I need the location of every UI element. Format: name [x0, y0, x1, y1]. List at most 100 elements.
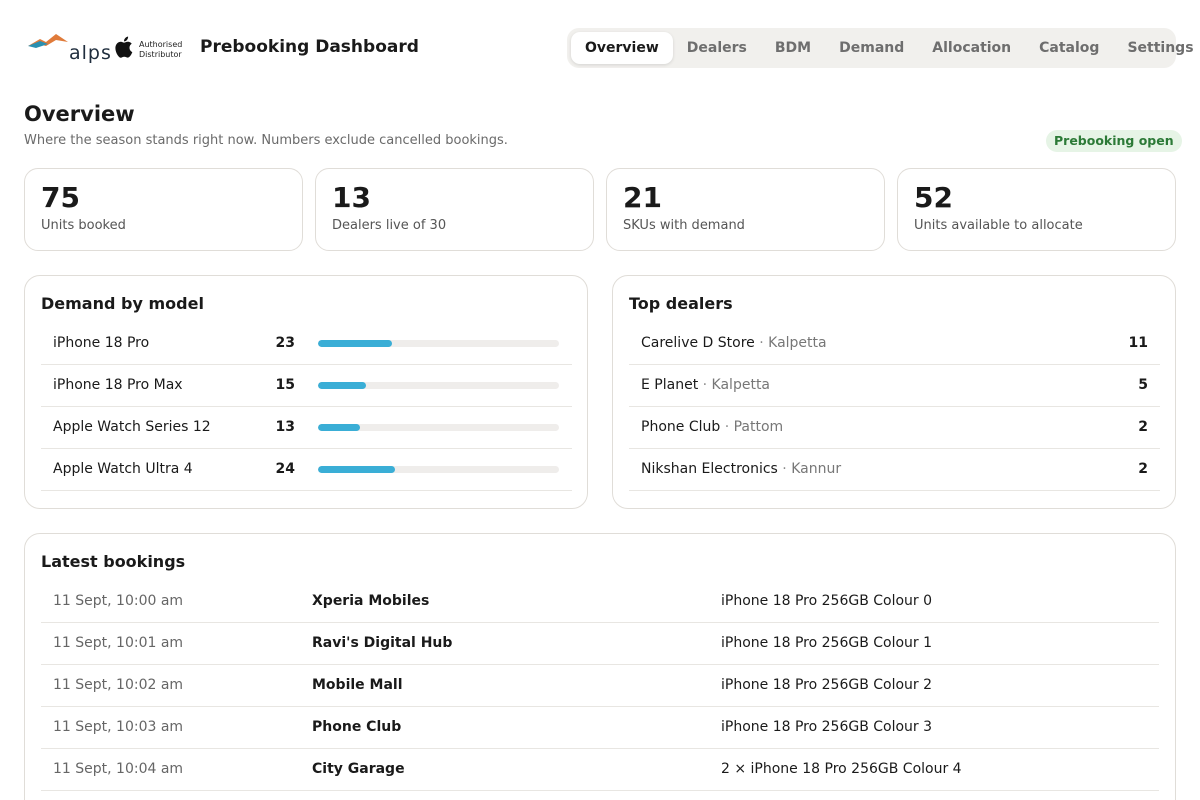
booking-row[interactable]: 11 Sept, 10:04 am City Garage 2 × iPhone… [41, 749, 1159, 791]
status-badge: Prebooking open [1046, 130, 1182, 152]
stat-card-units-booked: 75 Units booked [24, 168, 303, 251]
demand-bar-fill [318, 382, 367, 389]
latest-bookings-panel: Latest bookings 11 Sept, 10:00 am Xperia… [24, 533, 1176, 800]
model-row[interactable]: iPhone 18 Pro Max 15 [41, 365, 572, 407]
dealer-name: E Planet [641, 377, 699, 393]
dealer-separator: · [724, 419, 730, 435]
stat-value: 13 [332, 181, 371, 214]
booking-row[interactable]: 11 Sept, 10:01 am Ravi's Digital Hub iPh… [41, 623, 1159, 665]
stat-label: Dealers live of 30 [332, 218, 447, 233]
demand-bar-track [318, 424, 559, 431]
booking-row[interactable]: 11 Sept, 10:02 am Mobile Mall iPhone 18 … [41, 665, 1159, 707]
badge-line-1: Authorised [139, 40, 183, 49]
demand-bar-track [318, 340, 559, 347]
model-name: iPhone 18 Pro [53, 335, 150, 351]
tab-demand[interactable]: Demand [825, 32, 918, 64]
dealer-info: Phone Club · Pattom [641, 419, 783, 435]
model-count: 13 [275, 419, 295, 435]
stat-label: Units booked [41, 218, 126, 233]
model-name: iPhone 18 Pro Max [53, 377, 183, 393]
tab-bdm[interactable]: BDM [761, 32, 825, 64]
dealer-name: Phone Club [641, 419, 721, 435]
badge-line-2: Distributor [139, 50, 182, 59]
stat-card-dealers-live: 13 Dealers live of 30 [315, 168, 594, 251]
booking-item: iPhone 18 Pro 256GB Colour 1 [721, 635, 933, 651]
dealer-row[interactable]: Carelive D Store · Kalpetta 11 [629, 323, 1160, 365]
dealer-count: 11 [1128, 335, 1148, 351]
demand-bar-track [318, 382, 559, 389]
booking-time: 11 Sept, 10:02 am [53, 677, 184, 693]
booking-item: iPhone 18 Pro 256GB Colour 2 [721, 677, 933, 693]
booking-dealer: Phone Club [312, 719, 402, 735]
booking-dealer: Ravi's Digital Hub [312, 635, 453, 651]
demand-bar-track [318, 466, 559, 473]
stat-label: SKUs with demand [623, 218, 745, 233]
model-row[interactable]: Apple Watch Series 12 13 [41, 407, 572, 449]
booking-dealer: Xperia Mobiles [312, 593, 430, 609]
page-subtitle: Where the season stands right now. Numbe… [24, 133, 508, 148]
alps-logo[interactable]: alps [26, 30, 111, 64]
booking-dealer: Mobile Mall [312, 677, 403, 693]
dealer-city: Kalpetta [711, 377, 771, 393]
main-nav: Overview Dealers BDM Demand Allocation C… [567, 28, 1194, 68]
tab-settings[interactable]: Settings [1113, 32, 1200, 64]
dealer-city: Kalpetta [768, 335, 827, 351]
stat-card-skus-demand: 21 SKUs with demand [606, 168, 885, 251]
dealer-info: Nikshan Electronics · Kannur [641, 461, 841, 477]
booking-time: 11 Sept, 10:04 am [53, 761, 184, 777]
dealer-row[interactable]: E Planet · Kalpetta 5 [629, 365, 1160, 407]
booking-item: 2 × iPhone 18 Pro 256GB Colour 4 [721, 761, 962, 777]
model-count: 15 [275, 377, 295, 393]
booking-time: 11 Sept, 10:01 am [53, 635, 184, 651]
dealer-row[interactable]: Phone Club · Pattom 2 [629, 407, 1160, 449]
panel-title: Top dealers [629, 294, 733, 313]
dealer-separator: · [759, 335, 764, 351]
model-count: 23 [275, 335, 295, 351]
booking-item: iPhone 18 Pro 256GB Colour 3 [721, 719, 933, 735]
stat-value: 52 [914, 181, 953, 214]
panel-title: Demand by model [41, 294, 204, 313]
dealer-city: Pattom [733, 419, 784, 435]
app-title: Prebooking Dashboard [200, 37, 419, 57]
tab-catalog[interactable]: Catalog [1025, 32, 1113, 64]
dealer-count: 5 [1138, 377, 1148, 393]
tab-dealers[interactable]: Dealers [673, 32, 761, 64]
model-name: Apple Watch Ultra 4 [53, 461, 193, 477]
panel-title: Latest bookings [41, 552, 186, 571]
demand-bar-fill [318, 424, 360, 431]
demand-bar-fill [318, 340, 392, 347]
booking-item: iPhone 18 Pro 256GB Colour 0 [721, 593, 933, 609]
stat-value: 21 [623, 181, 662, 214]
stat-value: 75 [41, 181, 80, 214]
dealer-row[interactable]: Nikshan Electronics · Kannur 2 [629, 449, 1160, 491]
dealer-info: E Planet · Kalpetta [641, 377, 770, 393]
booking-time: 11 Sept, 10:03 am [53, 719, 184, 735]
booking-row[interactable]: 11 Sept, 10:00 am Xperia Mobiles iPhone … [41, 581, 1159, 623]
booking-dealer: City Garage [312, 761, 405, 777]
dealer-separator: · [702, 377, 708, 393]
model-row[interactable]: iPhone 18 Pro 23 [41, 323, 572, 365]
booking-time: 11 Sept, 10:00 am [53, 593, 184, 609]
demand-by-model-panel: Demand by model iPhone 18 Pro 23 iPhone … [24, 275, 588, 509]
dealer-city: Kannur [791, 461, 842, 477]
dealer-count: 2 [1138, 419, 1148, 435]
stat-card-units-available: 52 Units available to allocate [897, 168, 1176, 251]
apple-authorised-badge: Authorised Distributor [114, 35, 184, 61]
model-name: Apple Watch Series 12 [53, 419, 211, 435]
top-dealers-panel: Top dealers Carelive D Store · Kalpetta … [612, 275, 1176, 509]
tab-overview[interactable]: Overview [571, 32, 673, 64]
dealer-info: Carelive D Store · Kalpetta [641, 335, 827, 351]
demand-bar-fill [318, 466, 396, 473]
dealer-separator: · [782, 461, 787, 477]
stat-label: Units available to allocate [914, 218, 1083, 233]
model-row[interactable]: Apple Watch Ultra 4 24 [41, 449, 572, 491]
page-title: Overview [24, 102, 135, 126]
booking-row[interactable]: 11 Sept, 10:03 am Phone Club iPhone 18 P… [41, 707, 1159, 749]
tab-allocation[interactable]: Allocation [918, 32, 1025, 64]
dealer-count: 2 [1138, 461, 1148, 477]
dealer-name: Carelive D Store [641, 335, 755, 351]
header: alps Authorised Distributor Prebooking D… [0, 0, 1200, 96]
apple-icon [115, 36, 133, 58]
logo-text: alps [69, 42, 112, 64]
model-count: 24 [275, 461, 295, 477]
